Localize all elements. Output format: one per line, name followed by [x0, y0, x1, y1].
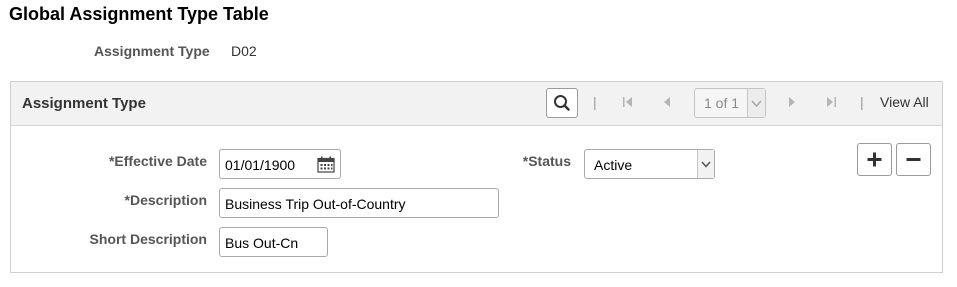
effective-date-label: *Effective Date	[108, 153, 207, 169]
status-dropdown[interactable]	[697, 150, 714, 178]
search-button[interactable]	[546, 88, 578, 118]
add-row-button[interactable]	[857, 143, 892, 176]
page-title: Global Assignment Type Table	[9, 4, 269, 24]
status-select[interactable]: Active	[584, 149, 715, 179]
panel-header: Assignment Type | 1 of 1 | View All	[11, 82, 942, 126]
view-all-link[interactable]: View All	[880, 94, 929, 110]
short-description-value: Bus Out-Cn	[225, 235, 299, 251]
delete-row-button[interactable]	[896, 143, 931, 176]
chevron-down-icon	[751, 100, 762, 108]
toolbar-separator: |	[593, 94, 597, 110]
calendar-icon[interactable]	[317, 156, 335, 173]
toolbar-separator: |	[860, 94, 864, 110]
panel-title: Assignment Type	[22, 95, 146, 112]
assignment-type-panel: Assignment Type | 1 of 1 | View All *Eff…	[10, 81, 943, 273]
effective-date-value: 01/01/1900	[225, 157, 296, 173]
row-pager-select[interactable]: 1 of 1	[694, 88, 766, 118]
last-page-icon[interactable]	[824, 92, 838, 112]
chevron-down-icon	[701, 161, 711, 168]
short-description-field[interactable]: Bus Out-Cn	[219, 227, 328, 257]
short-description-label: Short Description	[89, 231, 207, 247]
effective-date-field[interactable]: 01/01/1900	[219, 149, 341, 179]
next-icon[interactable]	[786, 92, 798, 112]
description-field[interactable]: Business Trip Out-of-Country	[219, 188, 499, 218]
plus-icon	[867, 152, 882, 167]
description-value: Business Trip Out-of-Country	[225, 196, 406, 212]
pager-dropdown[interactable]	[747, 89, 765, 117]
previous-icon[interactable]	[661, 92, 673, 112]
assignment-type-key-label: Assignment Type	[94, 43, 210, 59]
description-label: *Description	[124, 192, 207, 208]
pager-text: 1 of 1	[704, 95, 740, 111]
first-page-icon[interactable]	[621, 92, 635, 112]
status-value: Active	[594, 157, 633, 173]
minus-icon	[906, 158, 921, 161]
search-icon	[554, 95, 570, 111]
status-label: *Status	[522, 153, 571, 169]
assignment-type-key-value: D02	[231, 43, 257, 59]
